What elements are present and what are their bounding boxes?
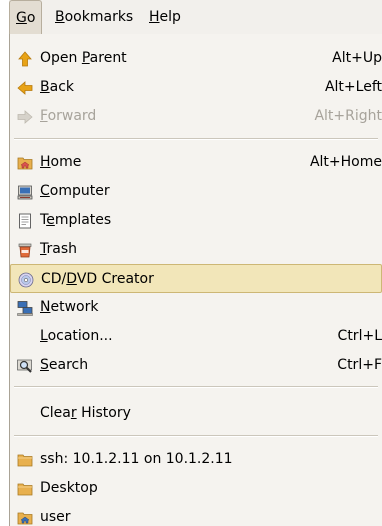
background-window-edge — [0, 0, 9, 526]
cd-icon — [18, 272, 34, 288]
location-shortcut: Ctrl+L — [337, 328, 382, 344]
open-parent-post: arent — [89, 50, 127, 66]
menu-item-templates-label: Templates — [40, 206, 111, 235]
menu-separator — [14, 386, 378, 388]
forward-shortcut: Alt+Right — [314, 108, 382, 124]
menu-go[interactable]: Go — [9, 0, 43, 34]
folder-icon — [17, 483, 33, 496]
forward-mnemonic: F — [40, 108, 48, 124]
templates-mnemonic: e — [46, 212, 55, 228]
menu-item-cd-dvd-creator-label: CD/DVD Creator — [41, 265, 154, 294]
home-folder-icon — [17, 512, 33, 525]
menu-bookmarks-mnemonic: B — [55, 9, 65, 25]
menu-item-back-label: Back — [40, 73, 74, 102]
menu-item-clear-history-label: Clear History — [40, 399, 131, 428]
back-shortcut: Alt+Left — [324, 79, 382, 95]
menu-separator — [14, 138, 378, 140]
computer-icon — [17, 185, 33, 200]
menu-item-trash-label: Trash — [40, 235, 77, 264]
trash-post: rash — [46, 241, 78, 257]
menu-item-computer[interactable]: Computer — [10, 177, 382, 206]
menu-separator — [14, 435, 378, 437]
menu-item-templates[interactable]: Templates — [10, 206, 382, 235]
network-mnemonic: N — [40, 299, 51, 315]
menu-item-back[interactable]: Back Alt+Left — [10, 73, 382, 102]
menu-item-search-label: Search — [40, 351, 88, 380]
menu-item-open-parent-label: Open Parent — [40, 44, 127, 73]
menu-item-history-user[interactable]: user — [10, 503, 382, 526]
folder-icon — [17, 454, 33, 467]
open-parent-shortcut: Alt+Up — [332, 50, 382, 66]
go-menu-dropdown: Open Parent Alt+Up Back Alt+Left Forward… — [9, 34, 382, 526]
menu-item-home[interactable]: Home Alt+Home — [10, 148, 382, 177]
cd-dvd-mnemonic: D — [66, 271, 77, 287]
open-parent-mnemonic: P — [81, 50, 90, 66]
menu-item-search[interactable]: Search Ctrl+F — [10, 351, 382, 380]
clear-history-pre: Clea — [40, 405, 71, 421]
menu-help-label: elp — [159, 9, 181, 25]
home-post: ome — [50, 154, 82, 170]
menu-item-cd-dvd-creator[interactable]: CD/DVD Creator — [10, 264, 382, 293]
menu-item-computer-label: Computer — [40, 177, 110, 206]
menu-help-mnemonic: H — [149, 9, 160, 25]
home-mnemonic: H — [40, 154, 51, 170]
menu-item-forward[interactable]: Forward Alt+Right — [10, 102, 382, 131]
search-mnemonic: S — [40, 357, 49, 373]
menu-item-trash[interactable]: Trash — [10, 235, 382, 264]
location-mnemonic: L — [40, 328, 48, 344]
menu-item-network-label: Network — [40, 293, 98, 322]
ssh-label: ssh: 10.1.2.11 on 10.1.2.11 — [40, 451, 233, 467]
templates-post: mplates — [54, 212, 112, 228]
network-icon — [17, 301, 33, 316]
menu-item-network[interactable]: Network — [10, 293, 382, 322]
back-post: ack — [49, 79, 74, 95]
home-folder-icon — [17, 157, 33, 170]
screen: Go Bookmarks Help Open Parent Alt+Up Bac… — [0, 0, 382, 526]
menu-bookmarks-label: ookmarks — [64, 9, 134, 25]
menu-go-label: o — [26, 10, 36, 26]
back-arrow-icon — [17, 81, 33, 95]
computer-mnemonic: C — [40, 183, 50, 199]
user-label: user — [40, 509, 71, 525]
cd-dvd-post: VD Creator — [76, 271, 154, 287]
menu-help[interactable]: Help — [143, 0, 187, 34]
menu-bookmarks[interactable]: Bookmarks — [49, 0, 139, 34]
clear-history-post: History — [76, 405, 131, 421]
templates-icon — [19, 213, 31, 229]
trash-icon — [18, 243, 32, 258]
search-icon — [17, 359, 32, 373]
location-post: ocation... — [47, 328, 113, 344]
menu-item-history-ssh[interactable]: ssh: 10.1.2.11 on 10.1.2.11 — [10, 445, 382, 474]
forward-arrow-icon — [17, 110, 33, 124]
back-mnemonic: B — [40, 79, 50, 95]
forward-post: orward — [47, 108, 97, 124]
menu-item-location[interactable]: Location... Ctrl+L — [10, 322, 382, 351]
up-arrow-icon — [18, 51, 32, 67]
search-shortcut: Ctrl+F — [337, 357, 382, 373]
menu-item-clear-history[interactable]: Clear History — [10, 399, 382, 428]
home-shortcut: Alt+Home — [309, 154, 382, 170]
network-post: etwork — [50, 299, 99, 315]
computer-post: omputer — [49, 183, 110, 199]
menu-go-mnemonic: G — [16, 10, 27, 26]
desktop-label: Desktop — [40, 480, 98, 496]
search-post: earch — [48, 357, 89, 373]
menu-item-home-label: Home — [40, 148, 81, 177]
open-parent-pre: Open — [40, 50, 82, 66]
menu-item-location-label: Location... — [40, 322, 113, 351]
menubar: Go Bookmarks Help — [9, 0, 382, 35]
cd-dvd-pre: CD/ — [41, 271, 67, 287]
menu-item-open-parent[interactable]: Open Parent Alt+Up — [10, 44, 382, 73]
menu-item-forward-label: Forward — [40, 102, 96, 131]
menu-item-history-desktop[interactable]: Desktop — [10, 474, 382, 503]
